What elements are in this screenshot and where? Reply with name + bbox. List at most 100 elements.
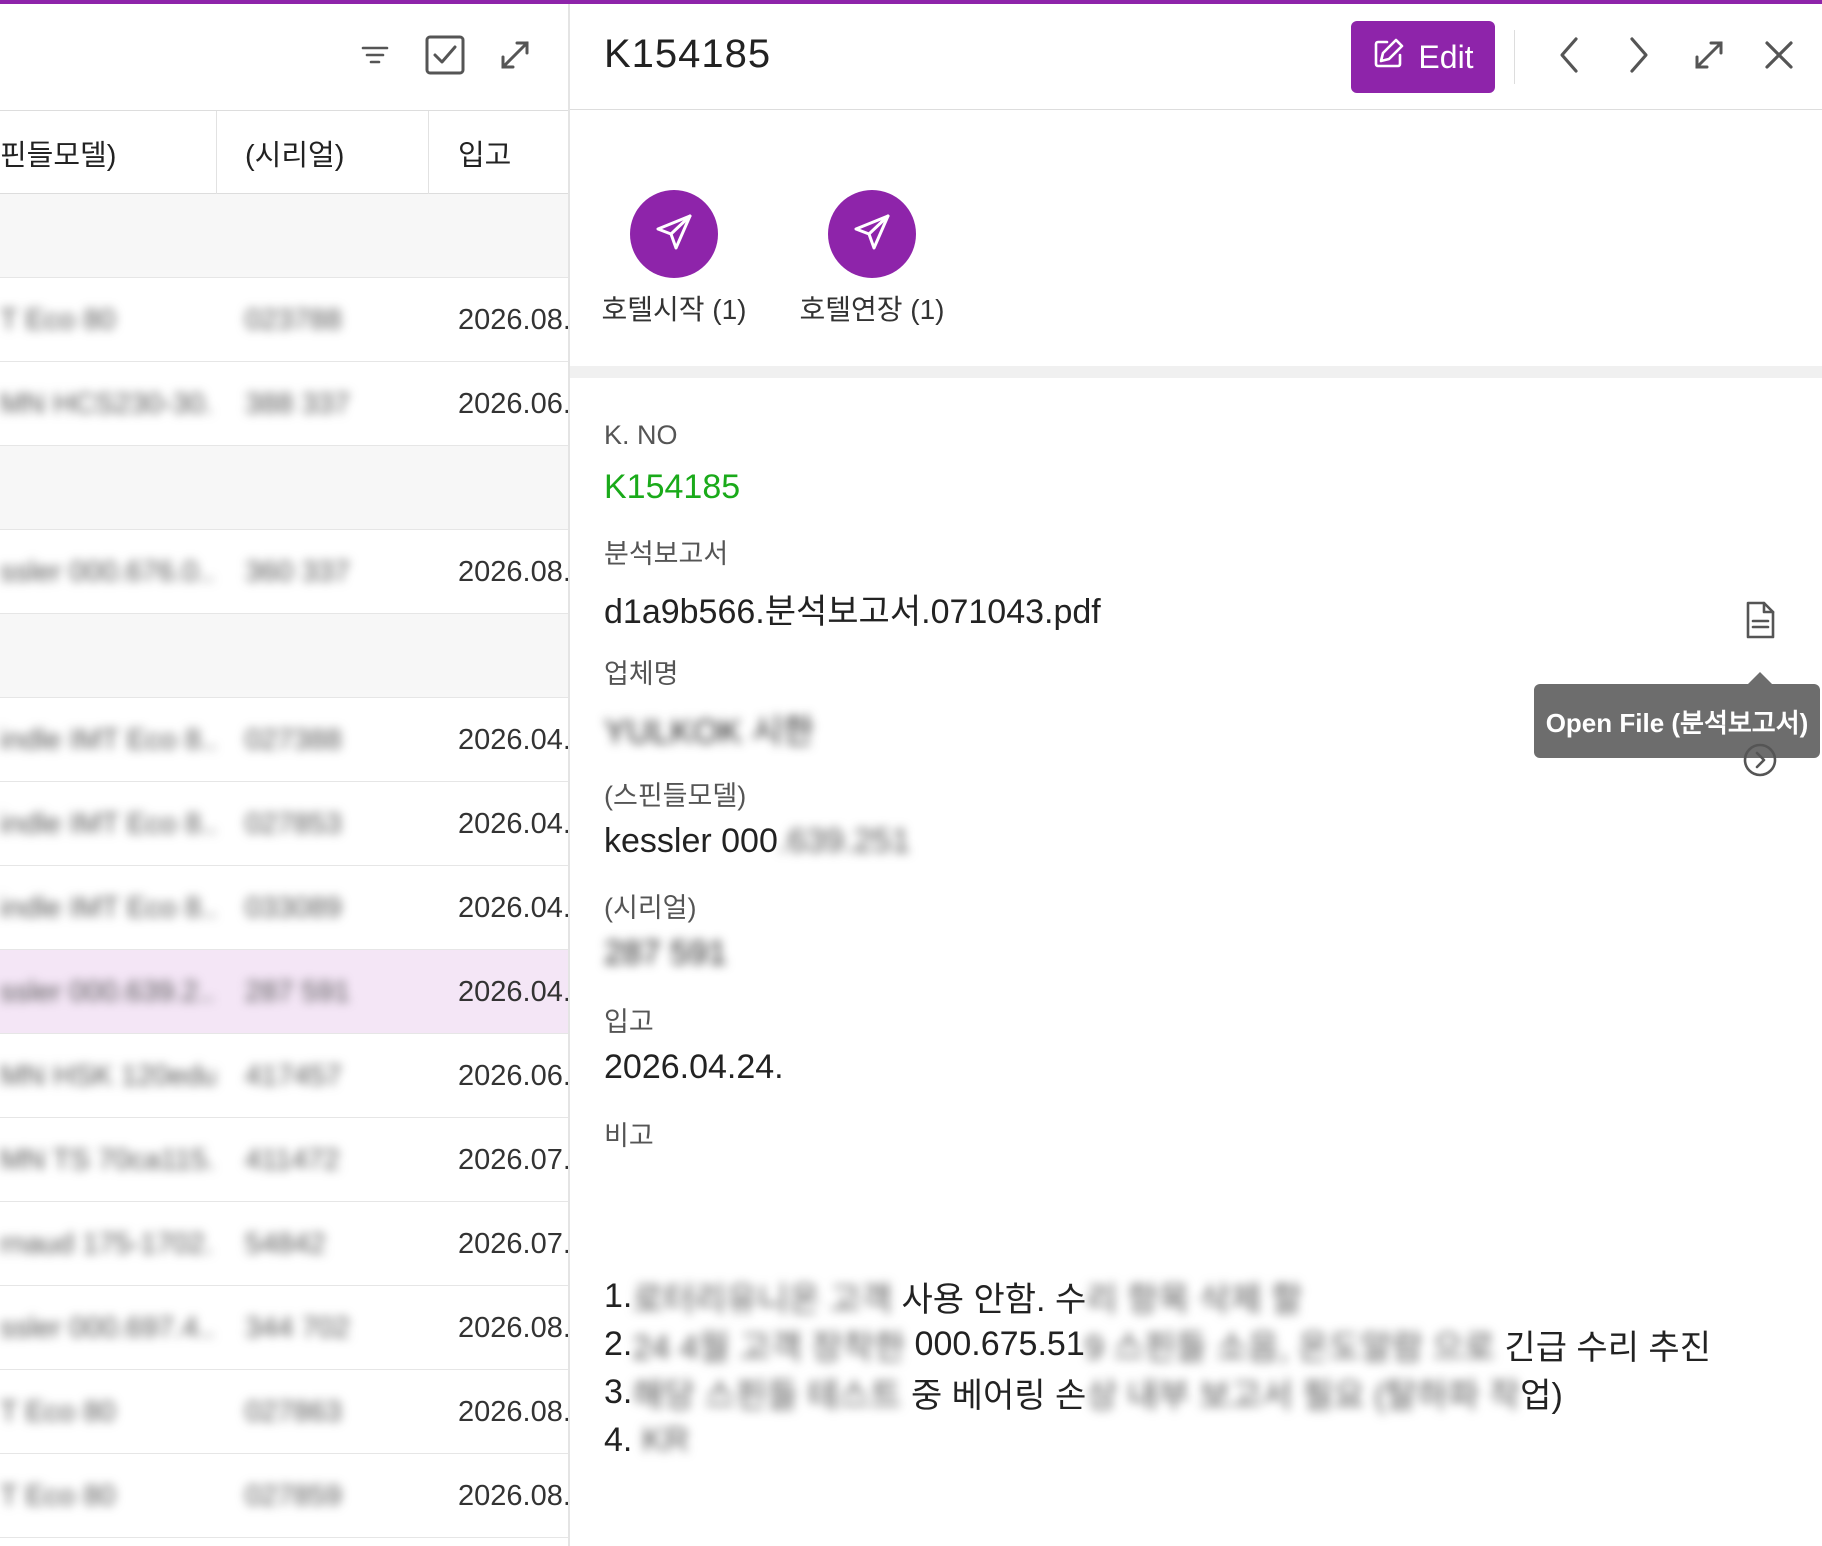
record-list-pane: 핀들모델) (시리얼) 입고 T Eco 80 023788 2026.08. MN … bbox=[0, 4, 568, 1546]
remark-blur2: 리 항목 삭제 할 bbox=[1086, 1280, 1303, 1319]
cell-model: MN TS 70ca115... bbox=[0, 1143, 215, 1176]
table-row[interactable]: ssler 000.639.2... 287 591 2026.04. bbox=[0, 950, 568, 1034]
group-row[interactable] bbox=[0, 194, 568, 278]
group-row[interactable] bbox=[0, 446, 568, 530]
remark-prefix: 4. bbox=[604, 1420, 633, 1459]
field-value-spindle: kessler 000.639.251 bbox=[604, 822, 910, 861]
column-header-serial[interactable]: (시리얼) bbox=[245, 111, 344, 195]
cell-model: indle IMT Eco 8... bbox=[0, 723, 215, 756]
cell-model: ssler 000.639.2... bbox=[0, 975, 215, 1008]
table-row[interactable]: T Eco 80 027859 2026.08. bbox=[0, 1454, 568, 1538]
column-separator[interactable] bbox=[428, 111, 429, 195]
next-record-button[interactable] bbox=[1614, 32, 1664, 82]
cell-serial: 388 337 bbox=[245, 387, 350, 420]
field-value-serial: 287 591 bbox=[604, 934, 727, 972]
edit-label: Edit bbox=[1418, 38, 1474, 75]
cell-serial: 287 591 bbox=[245, 975, 350, 1008]
cell-date: 2026.08. bbox=[458, 1395, 568, 1428]
remark-blur1: 해당 스핀들 테스트 bbox=[632, 1376, 902, 1415]
field-value-intake: 2026.04.24. bbox=[604, 1048, 784, 1086]
remark-prefix: 1. bbox=[604, 1276, 633, 1315]
column-separator[interactable] bbox=[216, 111, 217, 195]
select-mode-button[interactable] bbox=[420, 32, 470, 82]
field-value-kno: K154185 bbox=[604, 468, 741, 506]
remark-clear1: 000.675.51 bbox=[905, 1324, 1085, 1363]
field-label-serial: (시리얼) bbox=[604, 893, 697, 923]
expand-icon bbox=[495, 35, 535, 80]
cell-serial: 411472 bbox=[245, 1143, 340, 1176]
detail-header: K154185 Edit bbox=[570, 4, 1822, 110]
remark-prefix: 3. bbox=[604, 1372, 633, 1411]
table-row[interactable]: T Eco 80 023788 2026.08. bbox=[0, 278, 568, 362]
list-column-header: 핀들모델) (시리얼) 입고 bbox=[0, 110, 568, 195]
close-icon bbox=[1761, 37, 1797, 78]
table-row[interactable]: ssler 000.697.4... 344 702 2026.08. bbox=[0, 1286, 568, 1370]
remark-blur1: 로터리유니온 고객 bbox=[632, 1280, 893, 1319]
cell-model: indle IMT Eco 8... bbox=[0, 891, 215, 924]
cell-model: ssler 000.697.4... bbox=[0, 1311, 215, 1344]
document-icon bbox=[1743, 600, 1777, 645]
cell-date: 2026.08. bbox=[458, 303, 568, 336]
field-label-report: 분석보고서 bbox=[604, 539, 729, 569]
field-label-spindle: (스핀들모델) bbox=[604, 781, 747, 811]
cell-date: 2026.08. bbox=[458, 555, 568, 588]
table-row[interactable]: MN HCS230-30... 388 337 2026.06. bbox=[0, 362, 568, 446]
close-detail-button[interactable] bbox=[1754, 32, 1804, 82]
header-separator bbox=[1514, 30, 1515, 84]
remark-clear2: 긴급 수리 추진 bbox=[1494, 1328, 1711, 1367]
table-row[interactable]: T Eco 80 027863 2026.08. bbox=[0, 1370, 568, 1454]
action-button-circle bbox=[828, 190, 916, 278]
expand-icon bbox=[1689, 35, 1729, 80]
cell-serial: 360 337 bbox=[245, 555, 350, 588]
spindle-value-visible: kessler 000 bbox=[604, 822, 778, 860]
open-link-button[interactable] bbox=[1740, 742, 1780, 782]
action-label: 호텔연장 (1) bbox=[799, 294, 945, 325]
action-button-circle bbox=[630, 190, 718, 278]
remark-blur2: 9 스핀들 소음, 온도알람 으로 bbox=[1084, 1328, 1495, 1367]
column-header-spindle[interactable]: 핀들모델) bbox=[0, 111, 116, 195]
expand-list-button[interactable] bbox=[490, 32, 540, 82]
cell-model: ssler 000.676.0... bbox=[0, 555, 215, 588]
column-header-intake[interactable]: 입고 bbox=[458, 111, 511, 195]
remark-lines: 1. 로터리유니온 고객 사용 안함. 수리 항목 삭제 할 2. 24 4월 고객 … bbox=[604, 1272, 1804, 1464]
table-row[interactable]: MN HSK 120edu... 417457 2026.06. bbox=[0, 1034, 568, 1118]
cell-serial: 027859 bbox=[245, 1479, 342, 1512]
filter-icon bbox=[358, 38, 392, 77]
table-row[interactable]: indle IMT Eco 8... 027853 2026.04. bbox=[0, 782, 568, 866]
table-row[interactable]: rnaud 175-1702... 54842 2026.07. bbox=[0, 1202, 568, 1286]
cell-model: T Eco 80 bbox=[0, 1395, 116, 1428]
table-row[interactable]: MN TS 70ca115... 411472 2026.07. bbox=[0, 1118, 568, 1202]
group-row[interactable] bbox=[0, 614, 568, 698]
cell-serial: 027863 bbox=[245, 1395, 342, 1428]
field-label-company: 업체명 bbox=[604, 659, 679, 689]
remark-line: 3. 해당 스핀들 테스트 중 베어링 손상 내부 보고서 필요 (탈하파 작 업) bbox=[604, 1368, 1804, 1416]
field-value-report[interactable]: d1a9b566.분석보고서.071043.pdf bbox=[604, 584, 1101, 633]
action-label: 호텔시작 (1) bbox=[601, 294, 747, 325]
previous-record-button[interactable] bbox=[1544, 32, 1594, 82]
cell-model: MN HSK 120edu... bbox=[0, 1059, 215, 1092]
action-bar: 호텔시작 (1) 호텔연장 (1) bbox=[570, 110, 1822, 366]
cell-serial: 344 702 bbox=[245, 1311, 350, 1344]
table-row[interactable]: indle IMT Eco 8... 027388 2026.04. bbox=[0, 698, 568, 782]
send-icon bbox=[850, 210, 894, 259]
maximize-detail-button[interactable] bbox=[1684, 32, 1734, 82]
cell-serial: 54842 bbox=[245, 1227, 326, 1260]
open-file-button[interactable] bbox=[1738, 600, 1782, 644]
cell-model: T Eco 80 bbox=[0, 1479, 116, 1512]
cell-serial: 033089 bbox=[245, 891, 342, 924]
section-band bbox=[570, 366, 1822, 378]
field-label-intake: 입고 bbox=[604, 1007, 654, 1037]
cell-date: 2026.04. bbox=[458, 975, 568, 1008]
edit-button[interactable]: Edit bbox=[1351, 21, 1495, 93]
cell-date: 2026.06. bbox=[458, 1059, 568, 1092]
cell-model: rnaud 175-1702... bbox=[0, 1227, 215, 1260]
remark-clear1: 사용 안함. 수 bbox=[892, 1280, 1087, 1319]
action-hotel-extend[interactable]: 호텔연장 (1) bbox=[782, 190, 962, 328]
table-row[interactable]: ssler 000.676.0... 360 337 2026.08. bbox=[0, 530, 568, 614]
cell-date: 2026.06. bbox=[458, 387, 568, 420]
action-hotel-start[interactable]: 호텔시작 (1) bbox=[584, 190, 764, 328]
table-row[interactable]: indle IMT Eco 8... 033089 2026.04. bbox=[0, 866, 568, 950]
remark-prefix: 2. bbox=[604, 1324, 633, 1363]
filter-button[interactable] bbox=[350, 32, 400, 82]
remark-line: 4. KR bbox=[604, 1416, 1804, 1464]
